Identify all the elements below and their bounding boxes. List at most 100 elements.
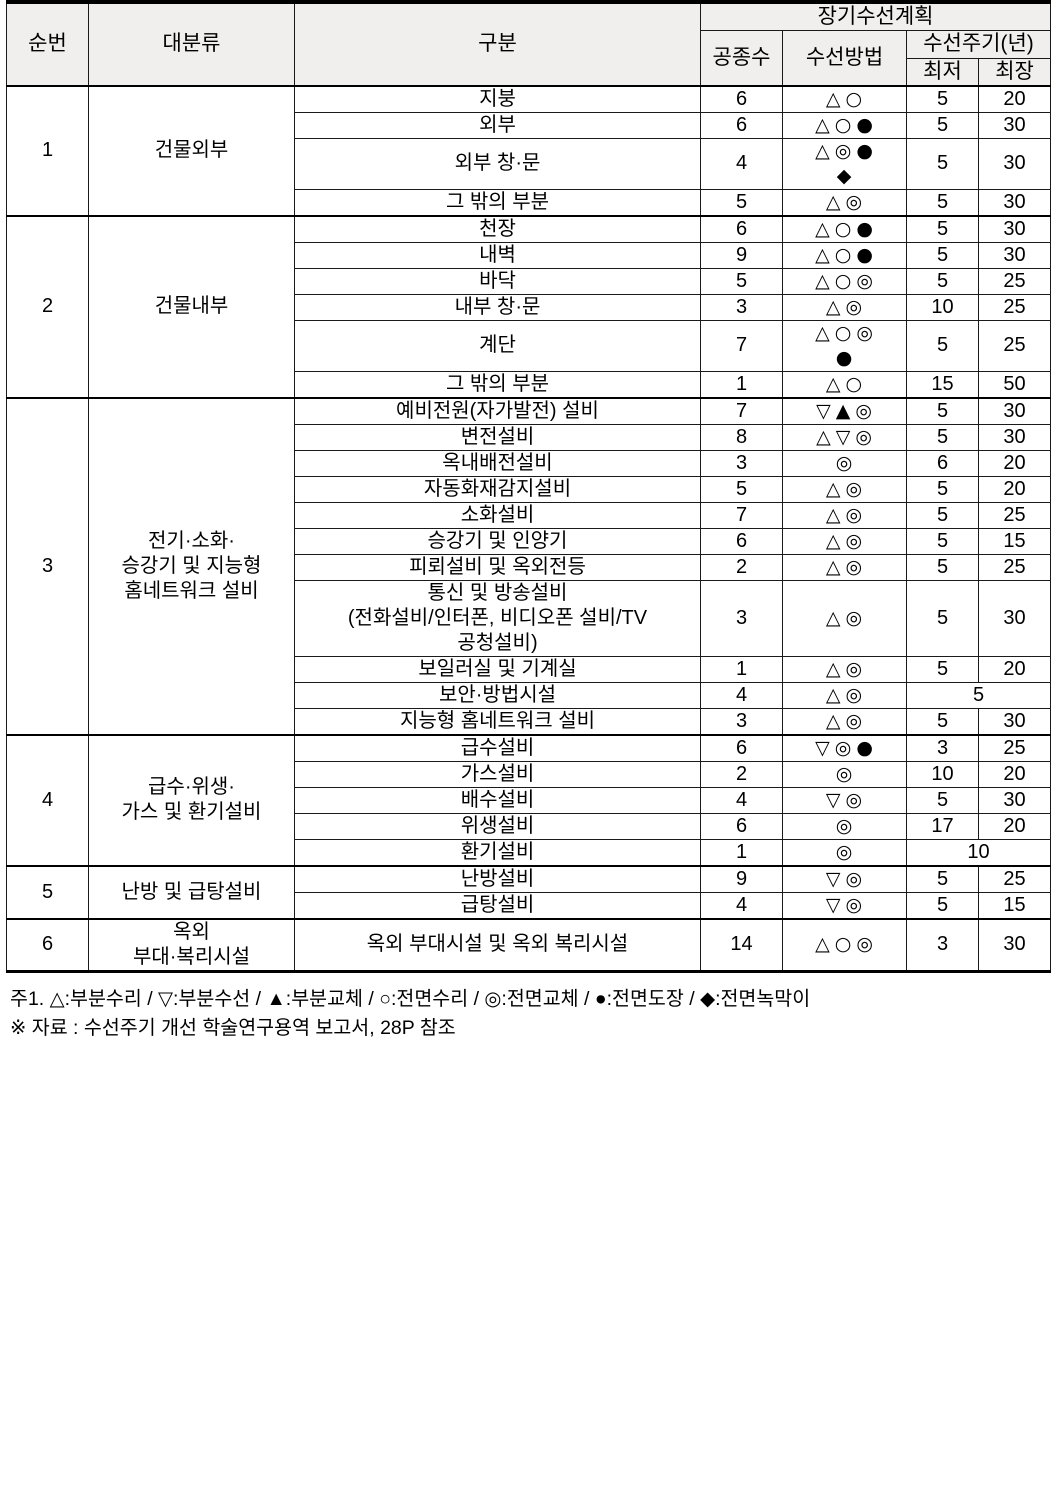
header-count: 공종수 <box>700 30 783 87</box>
row-cycle-max: 30 <box>977 423 1052 451</box>
row-cycle-max: 25 <box>977 553 1052 581</box>
row-cycle-max: 30 <box>977 917 1052 973</box>
row-cycle-max: 25 <box>977 733 1052 762</box>
row-repair-method: △ ◎ <box>782 681 907 709</box>
row-repair-method: △ ◎ <box>782 527 907 555</box>
table-notes: 주1. △:부분수리 / ▽:부분수선 / ▲:부분교체 / ○:전면수리 / … <box>6 985 1050 1044</box>
row-cycle-max: 20 <box>977 655 1052 683</box>
row-work-count: 6 <box>700 111 783 139</box>
row-division: 외부 <box>294 111 701 139</box>
row-repair-method: △ ○ ● <box>782 214 907 243</box>
row-division: 내벽 <box>294 241 701 269</box>
row-division: 천장 <box>294 214 701 243</box>
row-cycle-min: 5 <box>906 111 979 139</box>
row-repair-method: ▽ ◎ <box>782 891 907 920</box>
group-major-category: 옥외 부대·복리시설 <box>88 917 295 973</box>
row-work-count: 14 <box>700 917 783 973</box>
row-cycle-min: 5 <box>906 214 979 243</box>
row-repair-method: ◎ <box>782 760 907 788</box>
row-division: 보일러실 및 기계실 <box>294 655 701 683</box>
row-work-count: 3 <box>700 293 783 321</box>
row-cycle-max: 30 <box>977 214 1052 243</box>
group-major-category: 난방 및 급탕설비 <box>88 864 295 920</box>
row-repair-method: △ ○ ◎ <box>782 267 907 295</box>
row-cycle-max: 15 <box>977 527 1052 555</box>
row-work-count: 6 <box>700 214 783 243</box>
row-cycle-min: 5 <box>906 84 979 113</box>
group-seq: 1 <box>6 84 89 217</box>
row-repair-method: △ ○ <box>782 370 907 399</box>
row-work-count: 4 <box>700 681 783 709</box>
row-division: 승강기 및 인양기 <box>294 527 701 555</box>
row-work-count: 2 <box>700 760 783 788</box>
row-cycle-max: 20 <box>977 449 1052 477</box>
group-seq: 2 <box>6 214 89 399</box>
row-cycle-min: 5 <box>906 655 979 683</box>
row-cycle-max: 50 <box>977 370 1052 399</box>
row-division: 옥내배전설비 <box>294 449 701 477</box>
header-major: 대분류 <box>88 0 295 87</box>
row-work-count: 1 <box>700 370 783 399</box>
row-repair-method: △ ◎ <box>782 553 907 581</box>
row-work-count: 4 <box>700 137 783 190</box>
table-body: 1 건물외부 지붕 6 △ ○ 5 20 외부 6 △ ○ ● 5 30 외부 창·문 4 △ ◎ ● ◆ 5 30 그 밖의… <box>6 84 1052 973</box>
row-cycle-max: 30 <box>977 579 1052 657</box>
row-cycle-max: 20 <box>977 475 1052 503</box>
group-major-category: 전기·소화· 승강기 및 지능형 홈네트워크 설비 <box>88 396 295 736</box>
row-work-count: 9 <box>700 241 783 269</box>
row-division: 환기설비 <box>294 838 701 867</box>
row-division: 예비전원(자가발전) 설비 <box>294 396 701 425</box>
row-cycle-min: 5 <box>906 319 979 372</box>
row-cycle-min: 15 <box>906 370 979 399</box>
row-work-count: 4 <box>700 786 783 814</box>
group-seq: 5 <box>6 864 89 920</box>
row-work-count: 1 <box>700 655 783 683</box>
row-cycle-max: 30 <box>977 241 1052 269</box>
table-row: 3 전기·소화· 승강기 및 지능형 홈네트워크 설비 예비전원(자가발전) 설비 7 ▽ ▲… <box>6 396 1052 736</box>
row-division: 옥외 부대시설 및 옥외 복리시설 <box>294 917 701 973</box>
row-work-count: 6 <box>700 84 783 113</box>
row-cycle-max: 30 <box>977 111 1052 139</box>
row-work-count: 4 <box>700 891 783 920</box>
row-division: 피뢰설비 및 옥외전등 <box>294 553 701 581</box>
header-plan-group: 장기수선계획 <box>699 0 1052 32</box>
row-repair-method: △ ◎ <box>782 293 907 321</box>
row-cycle-min: 5 <box>906 396 979 425</box>
row-repair-method: △ ◎ <box>782 188 907 217</box>
row-cycle-max: 30 <box>977 137 1052 190</box>
group-major-category: 급수·위생· 가스 및 환기설비 <box>88 733 295 867</box>
row-cycle-min: 5 <box>906 137 979 190</box>
row-division: 난방설비 <box>294 864 701 893</box>
row-cycle-min: 17 <box>906 812 979 840</box>
row-division: 급수설비 <box>294 733 701 762</box>
row-cycle-min: 5 <box>906 786 979 814</box>
source-note: ※ 자료 : 수선주기 개선 학술연구용역 보고서, 28P 참조 <box>10 1017 456 1039</box>
row-division: 계단 <box>294 319 701 372</box>
group-seq: 4 <box>6 733 89 867</box>
group-major-category: 건물외부 <box>88 84 295 217</box>
row-work-count: 3 <box>700 449 783 477</box>
row-cycle-max: 30 <box>977 786 1052 814</box>
group-seq: 3 <box>6 396 89 736</box>
table-row: 4 급수·위생· 가스 및 환기설비 급수설비 6 ▽ ◎ ● 3 25 <box>6 733 1052 867</box>
row-repair-method: △ ○ ● <box>782 111 907 139</box>
row-work-count: 5 <box>700 188 783 217</box>
row-division: 위생설비 <box>294 812 701 840</box>
row-cycle-max: 25 <box>977 501 1052 529</box>
row-division: 급탕설비 <box>294 891 701 920</box>
row-division: 바닥 <box>294 267 701 295</box>
row-division: 배수설비 <box>294 786 701 814</box>
row-division: 통신 및 방송설비 (전화설비/인터폰, 비디오폰 설비/TV 공청설비) <box>294 579 701 657</box>
header-cycle-group: 수선주기(년) <box>905 30 1052 59</box>
row-work-count: 1 <box>700 838 783 867</box>
row-cycle-min: 5 <box>906 891 979 920</box>
table-header: 순번 대분류 구분 장기수선계획 공종수 수선방법 수선주기(년) 최저 최장 <box>6 0 1052 87</box>
group-major-category: 건물내부 <box>88 214 295 399</box>
row-cycle-merged: 5 <box>905 681 1052 709</box>
row-work-count: 5 <box>700 267 783 295</box>
row-cycle-max: 20 <box>977 760 1052 788</box>
row-division: 지붕 <box>294 84 701 113</box>
row-repair-method: △ ▽ ◎ <box>782 423 907 451</box>
row-cycle-min: 10 <box>906 293 979 321</box>
row-work-count: 7 <box>700 501 783 529</box>
